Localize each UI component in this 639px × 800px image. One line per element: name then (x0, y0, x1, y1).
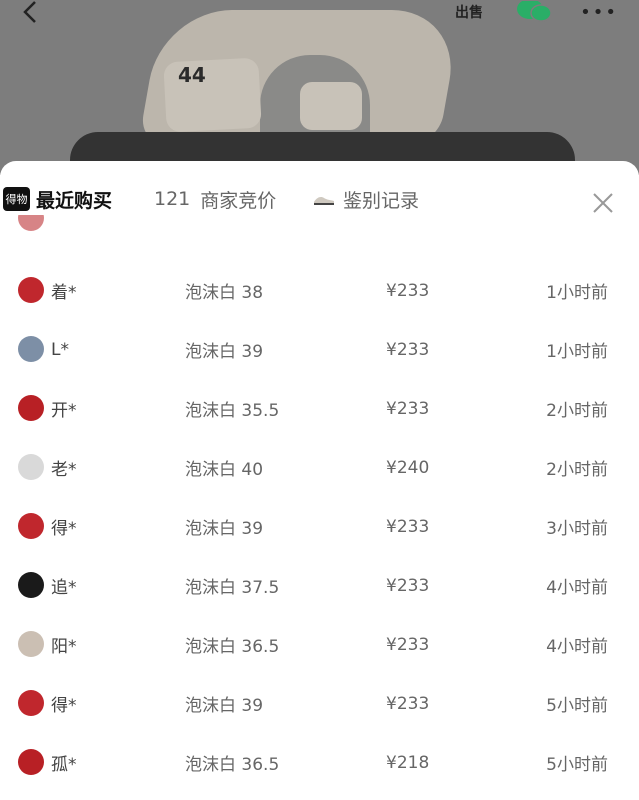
bid-count: 121 (154, 188, 191, 210)
purchase-price: ¥233 (386, 516, 430, 537)
purchase-price: ¥233 (386, 398, 430, 419)
product-spec: 泡沫白 39 (185, 519, 264, 539)
list-item-partial (0, 215, 639, 237)
dewu-logo-icon: 得物 (3, 187, 30, 211)
product-spec: 泡沫白 35.5 (185, 401, 280, 421)
close-icon[interactable] (591, 191, 615, 215)
buyer-name: 得* (51, 519, 77, 539)
sandal-logo: 44 (178, 63, 206, 87)
product-spec: 泡沫白 39 (185, 696, 264, 716)
list-item: 追* 泡沫白 37.5 ¥233 4小时前 (0, 556, 639, 615)
product-spec: 泡沫白 39 (185, 342, 264, 362)
purchase-time: 3小时前 (546, 519, 608, 539)
tab-label: 商家竞价 (200, 189, 277, 212)
buyer-name: 孤* (51, 755, 77, 775)
product-image: 44 (0, 0, 639, 175)
purchase-time: 5小时前 (546, 696, 608, 716)
buyer-name: 阳* (51, 637, 77, 657)
avatar (18, 749, 44, 775)
avatar (18, 513, 44, 539)
avatar (18, 336, 44, 362)
avatar (18, 631, 44, 657)
buyer-name: 追* (51, 578, 77, 598)
product-spec: 泡沫白 36.5 (185, 755, 280, 775)
product-spec: 泡沫白 36.5 (185, 637, 280, 657)
buyer-name: 开* (51, 401, 77, 421)
avatar (18, 572, 44, 598)
product-spec: 泡沫白 40 (185, 460, 264, 480)
list-item: 开* 泡沫白 35.5 ¥233 2小时前 (0, 379, 639, 438)
avatar (18, 395, 44, 421)
purchase-price: ¥240 (386, 457, 430, 478)
wechat-icon[interactable] (516, 0, 552, 24)
more-icon[interactable]: ••• (580, 0, 616, 24)
purchase-price: ¥233 (386, 339, 430, 360)
avatar (18, 454, 44, 480)
buyer-name: 得* (51, 696, 77, 716)
tab-label: 最近购买 (36, 189, 113, 212)
list-item: 得* 泡沫白 39 ¥233 5小时前 (0, 674, 639, 733)
purchase-time: 5小时前 (546, 755, 608, 775)
avatar (18, 277, 44, 303)
buyer-name: L* (51, 339, 69, 360)
product-spec: 泡沫白 38 (185, 283, 264, 303)
list-item: 阳* 泡沫白 36.5 ¥233 4小时前 (0, 615, 639, 674)
list-item: L* 泡沫白 39 ¥233 1小时前 (0, 320, 639, 379)
purchase-price: ¥233 (386, 575, 430, 596)
purchase-time: 1小时前 (546, 342, 608, 362)
purchase-time: 4小时前 (546, 637, 608, 657)
list-item: 孤* 泡沫白 36.5 ¥218 5小时前 (0, 733, 639, 792)
purchase-time: 2小时前 (546, 401, 608, 421)
avatar (18, 690, 44, 716)
chevron-left-icon[interactable] (18, 0, 42, 24)
purchase-time: 4小时前 (546, 578, 608, 598)
avatar (18, 215, 44, 231)
list-item: 老* 泡沫白 40 ¥240 2小时前 (0, 438, 639, 497)
buyer-name: 着* (51, 283, 77, 303)
shoe-icon (314, 197, 334, 205)
bottom-sheet: 得物 最近购买 121 商家竞价 鉴别记录 着* 泡沫白 38 ¥233 1小时前 L*… (0, 161, 639, 800)
purchase-time: 2小时前 (546, 460, 608, 480)
product-spec: 泡沫白 37.5 (185, 578, 280, 598)
purchase-time: 1小时前 (546, 283, 608, 303)
buyer-name: 老* (51, 460, 77, 480)
tab-label: 鉴别记录 (343, 189, 420, 212)
purchase-price: ¥233 (386, 280, 430, 301)
purchase-price: ¥218 (386, 752, 430, 773)
list-item: 得* 泡沫白 39 ¥233 3小时前 (0, 497, 639, 556)
list-item: 着* 泡沫白 38 ¥233 1小时前 (0, 261, 639, 320)
purchase-price: ¥233 (386, 693, 430, 714)
purchase-price: ¥233 (386, 634, 430, 655)
sandal-tab-right (300, 82, 362, 130)
sell-button[interactable]: 出售 (452, 0, 486, 24)
